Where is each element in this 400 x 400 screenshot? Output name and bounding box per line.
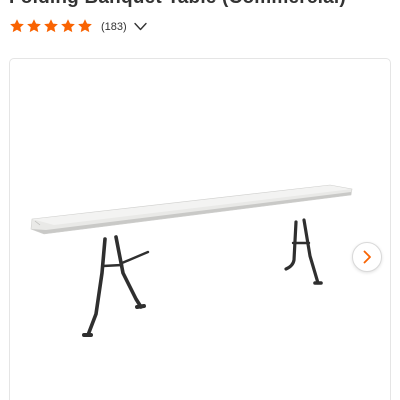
- star-icon: [78, 19, 92, 33]
- product-page: Folding Banquet Table (Commercial) (183): [0, 0, 400, 400]
- star-icon: [61, 19, 75, 33]
- star-icon: [27, 19, 41, 33]
- review-count[interactable]: (183): [101, 21, 127, 33]
- star-icon: [10, 19, 24, 33]
- product-image-carousel: [9, 58, 391, 400]
- star-icon: [44, 19, 58, 33]
- next-image-button[interactable]: [352, 242, 382, 272]
- product-image[interactable]: [10, 59, 390, 400]
- product-title: Folding Banquet Table (Commercial): [9, 0, 346, 9]
- star-rating: [9, 18, 94, 34]
- chevron-down-icon[interactable]: [133, 22, 147, 31]
- chevron-right-icon: [363, 250, 371, 264]
- rating-summary[interactable]: (183): [9, 15, 147, 37]
